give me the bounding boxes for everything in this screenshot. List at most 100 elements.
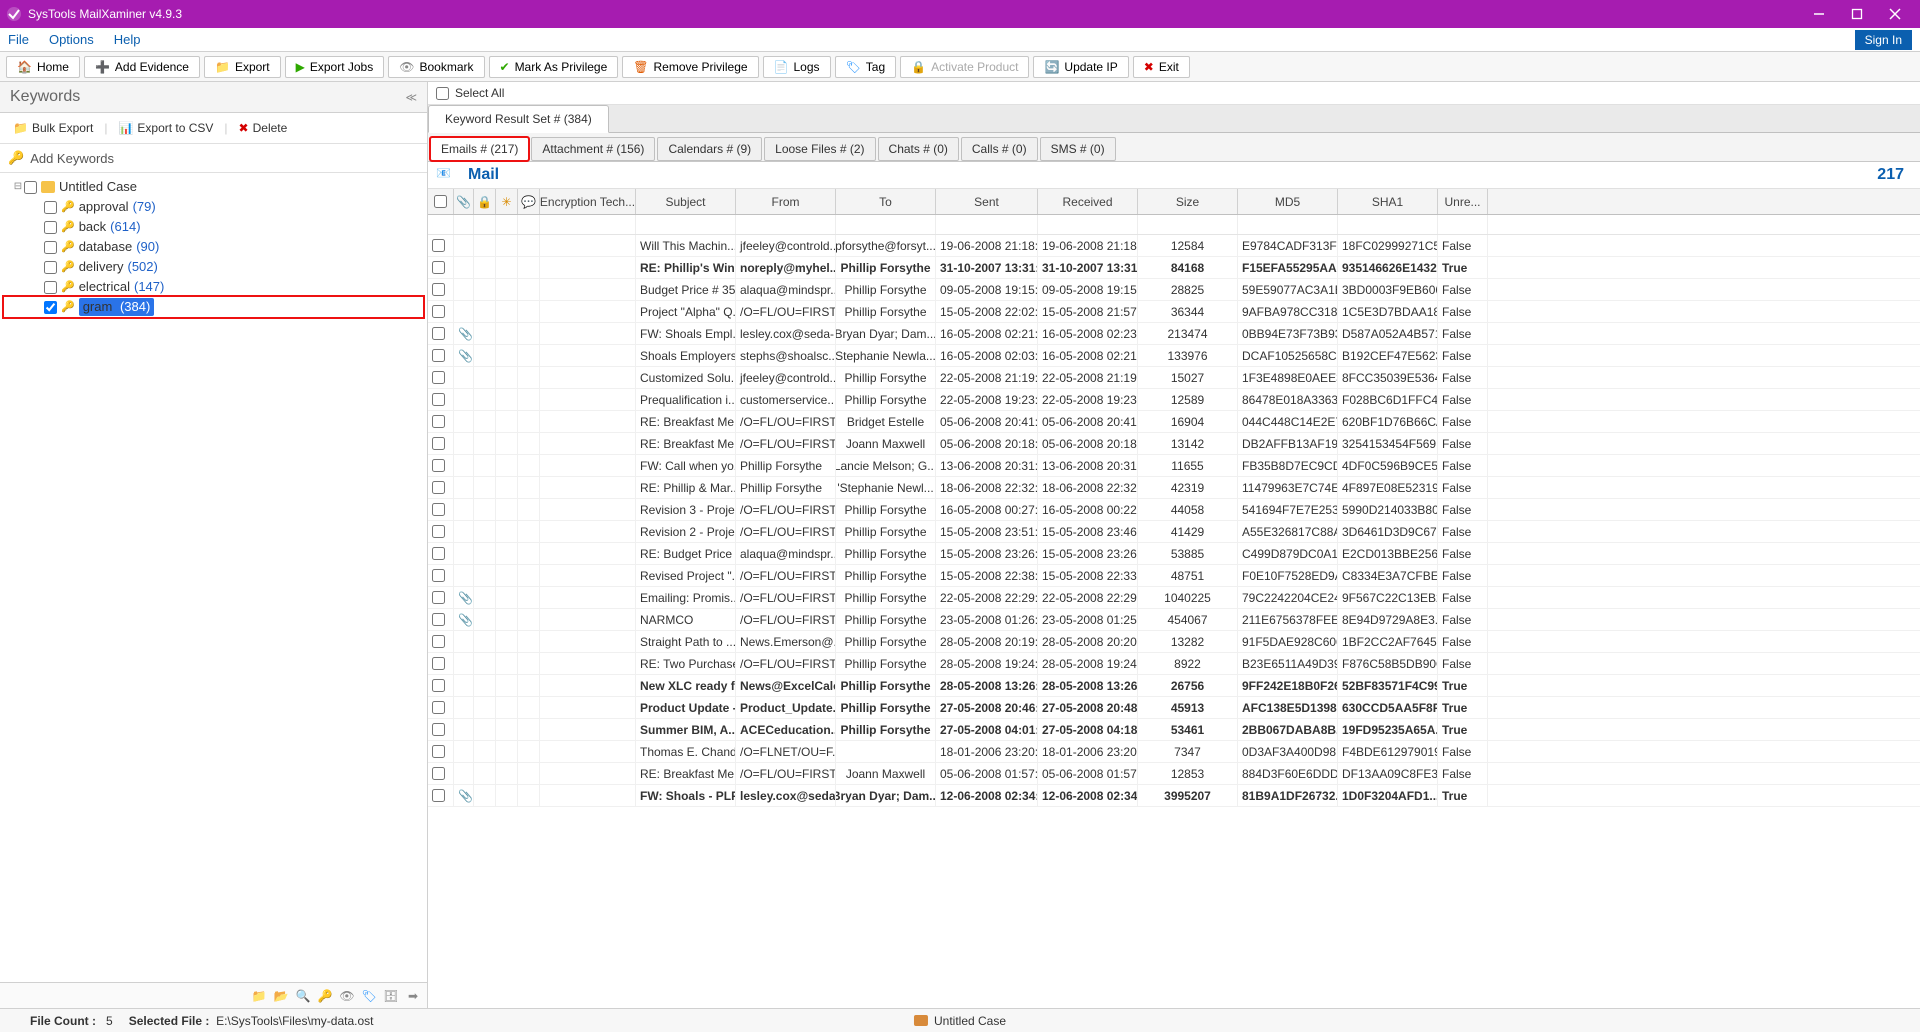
add-keywords-row[interactable]: 🔑 Add Keywords (0, 144, 427, 173)
tree-keyword-back[interactable]: 🔑back(614) (4, 217, 423, 237)
row-checkbox[interactable] (432, 767, 445, 780)
footer-key-icon[interactable]: 🔑 (317, 988, 333, 1004)
twisty-icon[interactable]: ⊟ (12, 178, 24, 196)
mail-row[interactable]: 📎FW: Shoals Empl...lesley.cox@seda-...Br… (428, 323, 1920, 345)
activate-product-button[interactable]: 🔒Activate Product (900, 56, 1029, 78)
mail-row[interactable]: RE: Budget Price ...alaqua@mindspr...Phi… (428, 543, 1920, 565)
collapse-panel-button[interactable]: ≪ (405, 91, 417, 104)
mail-row[interactable]: 📎FW: Shoals - PLFlesley.cox@seda-...Brya… (428, 785, 1920, 807)
footer-folder1-icon[interactable]: 📁 (251, 988, 267, 1004)
header-size[interactable]: Size (1138, 189, 1238, 214)
mail-row[interactable]: Summer BIM, A...ACECeducation...Phillip … (428, 719, 1920, 741)
mail-row[interactable]: 📎Shoals Employers...stephs@shoalsc...Ste… (428, 345, 1920, 367)
row-checkbox[interactable] (432, 349, 445, 362)
mail-row[interactable]: Revised Project ".../O=FL/OU=FIRST...Phi… (428, 565, 1920, 587)
row-checkbox[interactable] (432, 635, 445, 648)
row-checkbox[interactable] (432, 657, 445, 670)
tree-keyword-database[interactable]: 🔑database(90) (4, 237, 423, 257)
menu-help[interactable]: Help (114, 32, 141, 47)
tree-keyword-gram[interactable]: 🔑gram (384) (4, 297, 423, 317)
header-md5[interactable]: MD5 (1238, 189, 1338, 214)
keyword-checkbox[interactable] (44, 201, 57, 214)
delete-keyword-button[interactable]: ✖Delete (232, 117, 295, 139)
row-checkbox[interactable] (432, 723, 445, 736)
row-checkbox[interactable] (432, 745, 445, 758)
tree-root-case[interactable]: ⊟ Untitled Case (4, 177, 423, 197)
exit-button[interactable]: ✖Exit (1133, 56, 1190, 78)
mail-row[interactable]: RE: Breakfast Me.../O=FL/OU=FIRST...Joan… (428, 433, 1920, 455)
header-encryption[interactable]: Encryption Tech... (540, 189, 636, 214)
header-to[interactable]: To (836, 189, 936, 214)
export-button[interactable]: 📁Export (204, 56, 281, 78)
mail-row[interactable]: Thomas E. Chand.../O=FLNET/OU=F...18-01-… (428, 741, 1920, 763)
row-checkbox[interactable] (432, 283, 445, 296)
mail-row[interactable]: Prequalification i...customerservice...P… (428, 389, 1920, 411)
mail-row[interactable]: FW: Call when yo...Phillip ForsytheLanci… (428, 455, 1920, 477)
select-all-checkbox[interactable] (436, 87, 449, 100)
row-checkbox[interactable] (432, 481, 445, 494)
mail-row[interactable]: 📎NARMCO/O=FL/OU=FIRST...Phillip Forsythe… (428, 609, 1920, 631)
tree-keyword-approval[interactable]: 🔑approval(79) (4, 197, 423, 217)
subtab-5[interactable]: Calls # (0) (961, 137, 1038, 161)
header-subject[interactable]: Subject (636, 189, 736, 214)
header-checkbox[interactable] (428, 189, 454, 214)
mail-row[interactable]: Customized Solu...jfeeley@controld...Phi… (428, 367, 1920, 389)
mail-row[interactable]: RE: Phillip & Mar...Phillip Forsythe'Ste… (428, 477, 1920, 499)
row-checkbox[interactable] (432, 371, 445, 384)
tree-keyword-delivery[interactable]: 🔑delivery(502) (4, 257, 423, 277)
keyword-checkbox[interactable] (44, 241, 57, 254)
menu-options[interactable]: Options (49, 32, 94, 47)
logs-button[interactable]: 📄Logs (763, 56, 831, 78)
case-checkbox[interactable] (24, 181, 37, 194)
home-button[interactable]: 🏠Home (6, 56, 80, 78)
footer-export-icon[interactable]: ➡ (405, 988, 421, 1004)
window-maximize-button[interactable] (1838, 0, 1876, 28)
row-checkbox[interactable] (432, 459, 445, 472)
mail-row[interactable]: RE: Phillip's Win...noreply@myhel...Phil… (428, 257, 1920, 279)
header-sent[interactable]: Sent (936, 189, 1038, 214)
mail-row[interactable]: Will This Machin...jfeeley@controld...pf… (428, 235, 1920, 257)
mark-privilege-button[interactable]: ✔Mark As Privilege (489, 56, 619, 78)
row-checkbox[interactable] (432, 415, 445, 428)
mail-row[interactable]: RE: Two Purchase.../O=FL/OU=FIRST...Phil… (428, 653, 1920, 675)
row-checkbox[interactable] (432, 701, 445, 714)
bookmark-button[interactable]: 👁Bookmark (388, 56, 484, 78)
window-minimize-button[interactable] (1800, 0, 1838, 28)
header-unread[interactable]: Unre... (1438, 189, 1488, 214)
mail-row[interactable]: 📎Emailing: Promis.../O=FL/OU=FIRST...Phi… (428, 587, 1920, 609)
header-comment-icon[interactable]: 💬 (518, 189, 540, 214)
subtab-1[interactable]: Attachment # (156) (531, 137, 655, 161)
footer-tag-icon[interactable]: 🏷 (361, 988, 377, 1004)
row-checkbox[interactable] (432, 525, 445, 538)
footer-db-icon[interactable]: 🗄 (383, 988, 399, 1004)
header-attachment-icon[interactable]: 📎 (454, 189, 474, 214)
row-checkbox[interactable] (432, 547, 445, 560)
keyword-checkbox[interactable] (44, 261, 57, 274)
menu-file[interactable]: File (8, 32, 29, 47)
subtab-3[interactable]: Loose Files # (2) (764, 137, 875, 161)
keyword-checkbox[interactable] (44, 221, 57, 234)
subtab-6[interactable]: SMS # (0) (1040, 137, 1116, 161)
update-ip-button[interactable]: 🔄Update IP (1033, 56, 1128, 78)
header-flag-icon[interactable]: ✳ (496, 189, 518, 214)
subtab-4[interactable]: Chats # (0) (878, 137, 959, 161)
subtab-0[interactable]: Emails # (217) (430, 137, 529, 161)
mail-row[interactable]: Revision 3 - Proje.../O=FL/OU=FIRST...Ph… (428, 499, 1920, 521)
header-lock-icon[interactable]: 🔒 (474, 189, 496, 214)
row-checkbox[interactable] (432, 569, 445, 582)
tag-button[interactable]: 🏷Tag (835, 56, 897, 78)
mail-row[interactable]: Project "Alpha" Q.../O=FL/OU=FIRST...Phi… (428, 301, 1920, 323)
mail-row[interactable]: Product Update -...Product_Update...Phil… (428, 697, 1920, 719)
keyword-checkbox[interactable] (44, 301, 57, 314)
footer-folder2-icon[interactable]: 📂 (273, 988, 289, 1004)
bulk-export-button[interactable]: 📁Bulk Export (6, 117, 100, 139)
file-tab-keyword-result[interactable]: Keyword Result Set # (384) (428, 105, 609, 133)
keyword-checkbox[interactable] (44, 281, 57, 294)
window-close-button[interactable] (1876, 0, 1914, 28)
mail-row[interactable]: Revision 2 - Proje.../O=FL/OU=FIRST...Ph… (428, 521, 1920, 543)
mail-row[interactable]: New XLC ready f...News@ExcelCalc...Phill… (428, 675, 1920, 697)
row-checkbox[interactable] (432, 613, 445, 626)
row-checkbox[interactable] (432, 393, 445, 406)
sign-in-button[interactable]: Sign In (1855, 30, 1912, 50)
header-received[interactable]: Received (1038, 189, 1138, 214)
